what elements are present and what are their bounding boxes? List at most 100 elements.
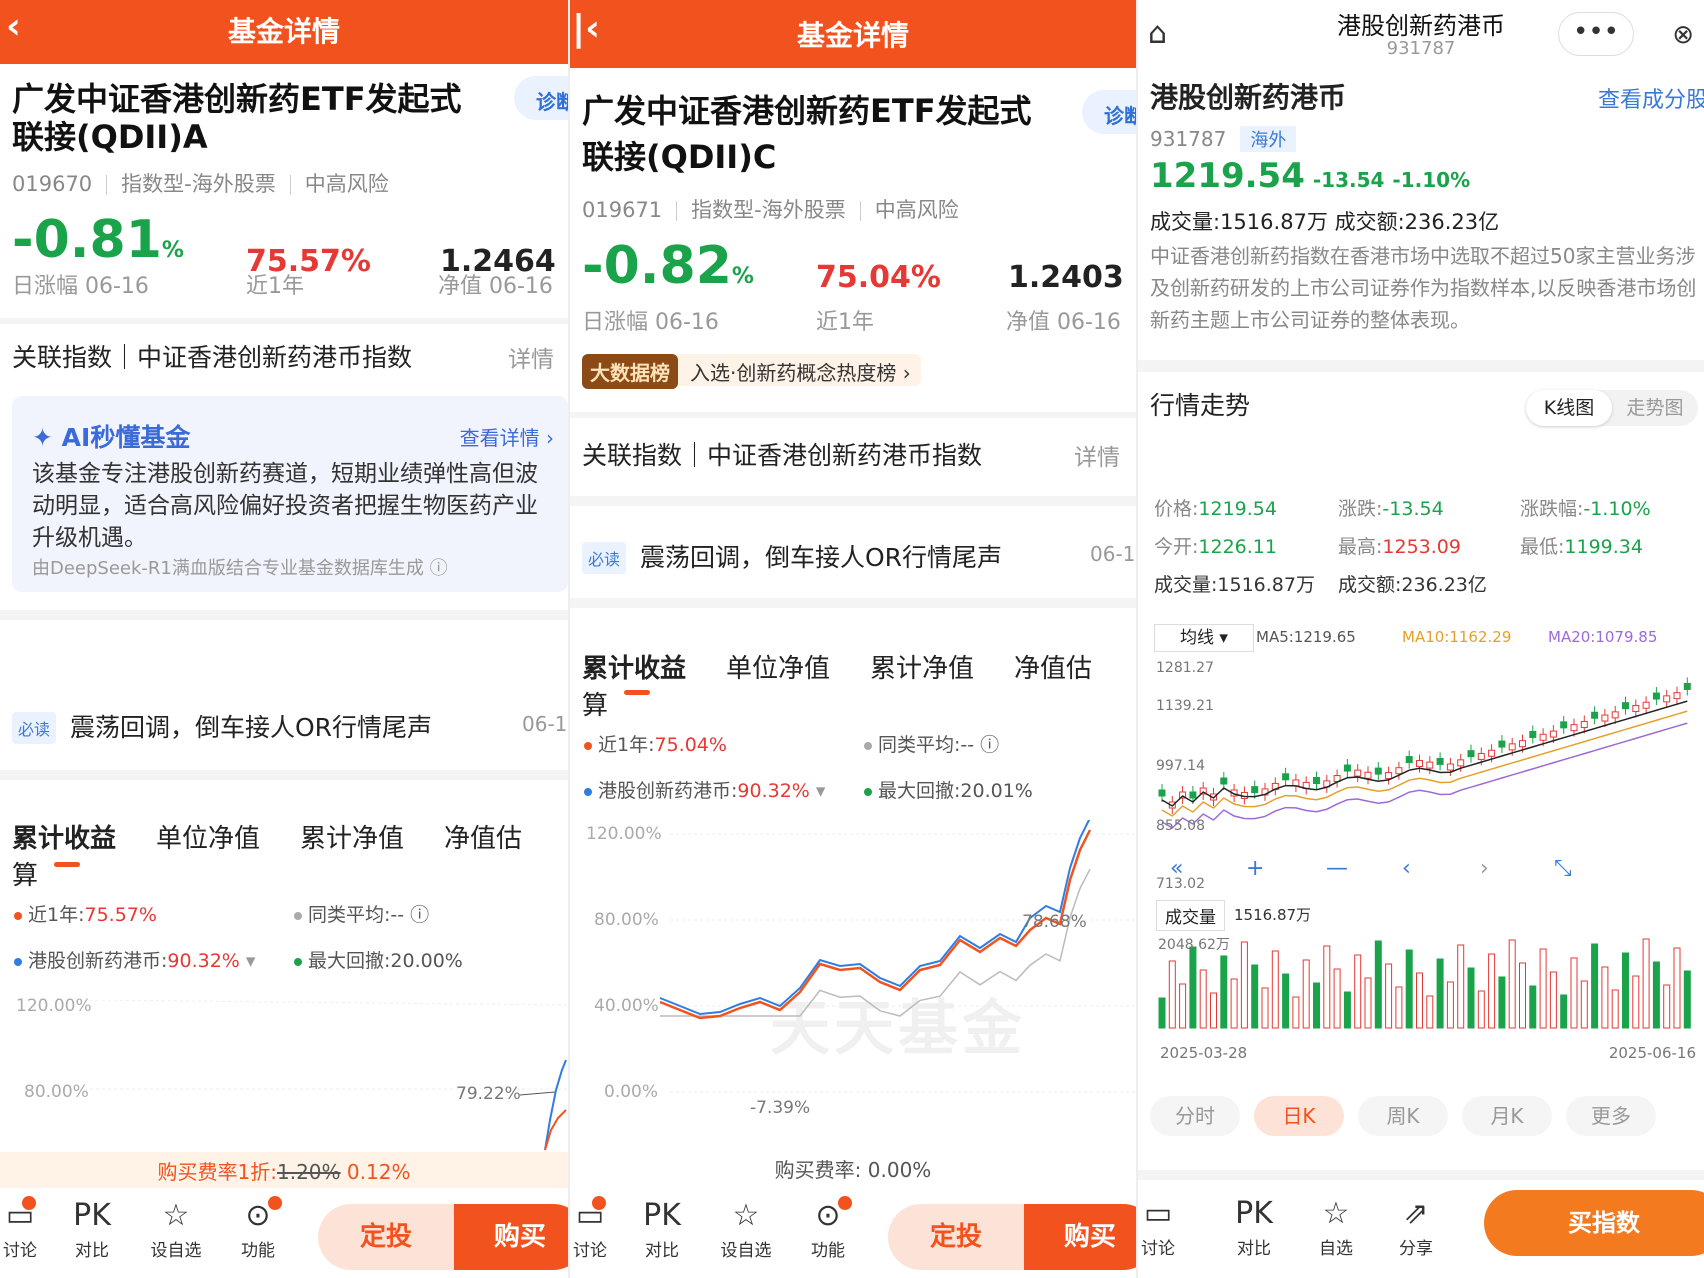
ma5: MA5:1219.65	[1256, 628, 1356, 646]
volume-bar	[1673, 947, 1681, 1029]
tab-unit-nav[interactable]: 单位净值	[156, 824, 260, 854]
legend-index[interactable]: 港股创新药港币:90.32% ▾	[14, 946, 255, 973]
must-read-badge: 必读	[582, 542, 627, 574]
rewind-icon[interactable]: «	[1170, 856, 1183, 881]
auto-invest-button[interactable]: 定投	[888, 1204, 1024, 1270]
compare-button[interactable]: PK 对比	[1232, 1194, 1276, 1259]
zoom-in-icon[interactable]: +	[1246, 856, 1264, 881]
day-change: -0.82%	[582, 236, 754, 296]
diagnose-button[interactable]: 诊断	[1082, 90, 1136, 134]
legend-index[interactable]: 港股创新药港币:90.32% ▾	[584, 776, 825, 803]
tab-trend[interactable]: 走势图	[1612, 390, 1698, 426]
diagnose-button[interactable]: 诊断	[514, 76, 568, 120]
volume-bar	[1539, 948, 1547, 1029]
day-change-label: 日涨幅 06-16	[12, 274, 149, 299]
candle	[1446, 763, 1454, 771]
volume-bar	[1374, 940, 1382, 1029]
zoom-out-icon[interactable]: —	[1326, 856, 1348, 881]
day-change-label: 日涨幅 06-16	[582, 310, 719, 335]
prev-icon[interactable]: ‹	[1402, 856, 1411, 881]
related-index[interactable]: 关联指数｜中证香港创新药港币指数	[12, 338, 412, 374]
volume-bar	[1251, 964, 1259, 1029]
ai-title: ✦ AI秒懂基金	[32, 423, 191, 452]
volume-bar	[1240, 941, 1248, 1029]
news-title[interactable]: 震荡回调，倒车接人OR行情尾声	[640, 538, 1002, 574]
volume-bar	[1395, 986, 1403, 1029]
share-button[interactable]: ⇗ 分享	[1394, 1194, 1438, 1259]
quote-open: 今开:1226.11	[1154, 536, 1277, 558]
candle	[1354, 769, 1362, 777]
close-icon[interactable]: ⊗	[1672, 20, 1694, 50]
discuss-button[interactable]: ▭ 讨论	[1138, 1194, 1178, 1259]
related-index-detail-link[interactable]: 详情	[1074, 438, 1120, 472]
ai-more-link[interactable]: 查看详情 ›	[460, 422, 554, 451]
volume-bar	[1333, 968, 1341, 1029]
low-point-label: -7.39%	[750, 1098, 811, 1118]
candle	[1313, 777, 1320, 785]
tab-kline[interactable]: K线图	[1526, 390, 1612, 426]
volume-bar	[1570, 957, 1578, 1029]
legend-peer-avg: 同类平均:-- ⓘ	[294, 900, 429, 927]
tab-unit-nav[interactable]: 单位净值	[726, 654, 830, 684]
period-intraday[interactable]: 分时	[1150, 1096, 1240, 1136]
volume-bar	[1220, 955, 1228, 1029]
volume-bar	[1385, 963, 1393, 1029]
buy-button[interactable]: 购买	[1024, 1204, 1136, 1270]
candle	[1539, 733, 1547, 741]
page-title: 基金详情	[227, 15, 340, 48]
next-icon[interactable]: ›	[1480, 856, 1489, 881]
buy-button[interactable]: 购买	[454, 1204, 568, 1270]
more-menu-button[interactable]: •••	[1558, 12, 1634, 56]
add-watchlist-button[interactable]: ☆ 设自选	[148, 1196, 204, 1261]
auto-invest-button[interactable]: 定投	[318, 1204, 454, 1270]
add-watchlist-button[interactable]: ☆ 设自选	[718, 1196, 774, 1261]
nav-label: 净值 06-16	[438, 274, 553, 299]
related-index[interactable]: 关联指数｜中证香港创新药港币指数	[582, 436, 982, 472]
candle	[1673, 692, 1681, 700]
period-more[interactable]: 更多	[1566, 1096, 1656, 1136]
fullscreen-icon[interactable]: ⤡	[1554, 856, 1572, 881]
chart-mode-toggle: K线图 走势图	[1526, 390, 1698, 426]
tab-cumulative-return[interactable]: 累计收益	[12, 824, 116, 854]
candle	[1519, 740, 1526, 748]
compare-button[interactable]: PK 对比	[70, 1196, 114, 1261]
info-icon[interactable]: ⓘ	[410, 904, 429, 926]
buy-index-button[interactable]: 买指数	[1484, 1190, 1704, 1256]
pk-icon: PK	[73, 1198, 111, 1233]
period-day[interactable]: 日K	[1254, 1096, 1344, 1136]
tab-cumulative-return[interactable]: 累计收益	[582, 654, 686, 684]
big-data-rank-banner[interactable]: 大数据榜 入选·创新药概念热度榜 ›	[582, 354, 921, 389]
news-title[interactable]: 震荡回调，倒车接人OR行情尾声	[70, 708, 432, 744]
candle	[1385, 772, 1393, 780]
fund-type: 指数型-海外股票	[691, 198, 846, 222]
volume-bar	[1446, 981, 1454, 1029]
watchlist-button[interactable]: ☆ 自选	[1314, 1194, 1358, 1259]
volume-bar	[1508, 939, 1516, 1029]
period-month[interactable]: 月K	[1462, 1096, 1552, 1136]
header-bar: ‹ 基金详情	[0, 0, 568, 64]
bottom-toolbar: ▭ 讨论 PK 对比 ☆ 自选 ⇗ 分享 买指数	[1138, 1182, 1704, 1278]
chart-tabs: 累计收益 单位净值 累计净值 净值估算	[582, 648, 1136, 722]
related-index-detail-link[interactable]: 详情	[508, 340, 554, 374]
fund-code: 019670	[12, 172, 93, 196]
compare-button[interactable]: PK 对比	[640, 1196, 684, 1261]
candle	[1560, 721, 1568, 729]
volume-bar	[1179, 983, 1187, 1029]
tab-cumulative-nav[interactable]: 累计净值	[870, 654, 974, 684]
chart-tabs: 累计收益 单位净值 累计净值 净值估算	[12, 818, 568, 892]
year-return-label: 近1年	[246, 274, 304, 299]
candle	[1220, 777, 1228, 785]
volume-bar	[1313, 982, 1320, 1029]
info-icon[interactable]: ⓘ	[980, 734, 999, 756]
tab-cumulative-nav[interactable]: 累计净值	[300, 824, 404, 854]
volume-bar	[1622, 952, 1629, 1029]
candle	[1395, 767, 1403, 775]
ma-select[interactable]: 均线 ▾	[1154, 624, 1254, 652]
period-week[interactable]: 周K	[1358, 1096, 1448, 1136]
index-price: 1219.54 -13.54 -1.10%	[1150, 156, 1471, 196]
volume-bar	[1282, 973, 1290, 1029]
info-icon[interactable]: ⓘ	[430, 558, 448, 579]
view-components-link[interactable]: 查看成分股	[1598, 82, 1704, 114]
candle	[1580, 720, 1588, 728]
volume-bar	[1601, 966, 1609, 1029]
